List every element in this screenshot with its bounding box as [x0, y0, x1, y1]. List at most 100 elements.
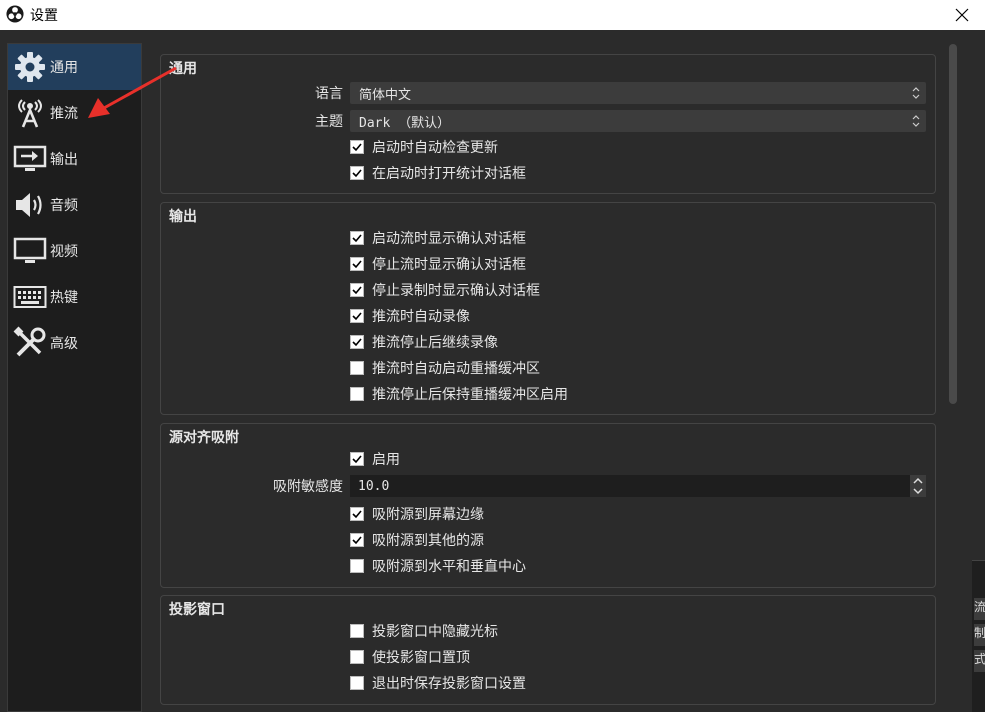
close-button[interactable]	[939, 0, 985, 30]
checkmark-icon	[352, 234, 362, 243]
check-label: 启用	[372, 452, 400, 468]
sidebar-item-stream[interactable]: 推流	[8, 90, 141, 136]
check-open-stats[interactable]: 在启动时打开统计对话框	[350, 161, 526, 185]
checkbox-unchecked[interactable]	[350, 676, 364, 690]
sidebar-item-label: 热键	[50, 290, 78, 306]
checkbox-checked[interactable]	[350, 507, 364, 521]
check-auto-update[interactable]: 启动时自动检查更新	[350, 135, 498, 159]
background-button-label: 制	[974, 626, 985, 640]
check-label: 推流时自动启动重播缓冲区	[372, 361, 540, 377]
obs-logo-icon	[6, 5, 24, 23]
check-snap-other-sources[interactable]: 吸附源到其他的源	[350, 528, 484, 552]
background-button[interactable]: 式	[974, 650, 985, 672]
checkbox-checked[interactable]	[350, 309, 364, 323]
group-title: 通用	[169, 61, 197, 77]
check-snapping-enable[interactable]: 启用	[350, 447, 400, 471]
scrollbar-thumb[interactable]	[949, 44, 957, 404]
check-start-stream-confirm[interactable]: 启动流时显示确认对话框	[350, 226, 526, 250]
check-label: 投影窗口中隐藏光标	[372, 624, 498, 640]
check-label: 推流停止后保持重播缓冲区启用	[372, 387, 568, 403]
sidebar-item-advanced[interactable]: 高级	[8, 320, 141, 366]
checkbox-checked[interactable]	[350, 140, 364, 154]
check-snap-screen-edges[interactable]: 吸附源到屏幕边缘	[350, 502, 484, 526]
checkmark-icon	[352, 510, 362, 519]
content-scrollbar[interactable]	[946, 44, 960, 712]
settings-content: 通用 语言 简体中文 主题 Dark （默认） 启动时自动检查更新 在启动时打开…	[160, 54, 938, 712]
check-label: 启动时自动检查更新	[372, 140, 498, 156]
projectors-group: 投影窗口 投影窗口中隐藏光标 使投影窗口置顶 退出时保存投影窗口设置	[160, 595, 936, 705]
checkmark-icon	[352, 260, 362, 269]
snapping-group: 源对齐吸附 启用 吸附敏感度 10.0 吸附源到屏幕边缘 吸附源到其他的源 吸附…	[160, 423, 936, 588]
sidebar-item-label: 通用	[50, 60, 78, 76]
check-keep-replay-buffer[interactable]: 推流停止后保持重播缓冲区启用	[350, 382, 568, 406]
gear-icon	[12, 49, 48, 85]
monitor-icon	[12, 233, 48, 269]
theme-value: Dark （默认）	[359, 115, 451, 131]
check-keep-recording[interactable]: 推流停止后继续录像	[350, 330, 498, 354]
sensitivity-value: 10.0	[358, 478, 390, 494]
check-hide-cursor[interactable]: 投影窗口中隐藏光标	[350, 619, 498, 643]
language-select[interactable]: 简体中文	[350, 82, 926, 104]
sidebar-item-output[interactable]: 输出	[8, 136, 141, 182]
language-label: 语言	[315, 86, 343, 102]
check-label: 吸附源到其他的源	[372, 533, 484, 549]
check-label: 推流时自动录像	[372, 309, 470, 325]
sidebar-item-audio[interactable]: 音频	[8, 182, 141, 228]
checkbox-checked[interactable]	[350, 533, 364, 547]
check-label: 停止录制时显示确认对话框	[372, 283, 540, 299]
checkbox-checked[interactable]	[350, 166, 364, 180]
background-button[interactable]: 流	[974, 598, 985, 620]
sidebar-item-label: 推流	[50, 106, 78, 122]
sidebar-item-label: 输出	[50, 152, 78, 168]
sidebar-item-label: 视频	[50, 244, 78, 260]
general-group: 通用 语言 简体中文 主题 Dark （默认） 启动时自动检查更新 在启动时打开…	[160, 54, 936, 194]
checkbox-unchecked[interactable]	[350, 650, 364, 664]
check-label: 使投影窗口置顶	[372, 650, 470, 666]
sidebar-item-video[interactable]: 视频	[8, 228, 141, 274]
output-group: 输出 启动流时显示确认对话框 停止流时显示确认对话框 停止录制时显示确认对话框 …	[160, 202, 936, 415]
check-auto-replay-buffer[interactable]: 推流时自动启动重播缓冲区	[350, 356, 540, 380]
keyboard-icon	[12, 279, 48, 315]
tools-icon	[12, 325, 48, 361]
theme-select[interactable]: Dark （默认）	[350, 110, 926, 132]
check-label: 停止流时显示确认对话框	[372, 257, 526, 273]
sidebar-item-general[interactable]: 通用	[8, 44, 141, 90]
sidebar-item-hotkeys[interactable]: 热键	[8, 274, 141, 320]
theme-label: 主题	[315, 114, 343, 130]
check-save-projectors[interactable]: 退出时保存投影窗口设置	[350, 671, 526, 695]
sensitivity-spinbox[interactable]: 10.0	[350, 475, 926, 497]
checkbox-checked[interactable]	[350, 283, 364, 297]
background-button-label: 流	[974, 600, 985, 614]
check-auto-record[interactable]: 推流时自动录像	[350, 304, 470, 328]
check-stop-stream-confirm[interactable]: 停止流时显示确认对话框	[350, 252, 526, 276]
group-title: 投影窗口	[169, 602, 225, 618]
updown-chevron-icon	[913, 477, 923, 495]
checkbox-checked[interactable]	[350, 257, 364, 271]
window-title: 设置	[30, 8, 58, 24]
checkbox-unchecked[interactable]	[350, 361, 364, 375]
updown-arrows-icon	[912, 115, 920, 127]
language-value: 简体中文	[359, 87, 412, 103]
group-title: 源对齐吸附	[169, 430, 239, 446]
checkbox-checked[interactable]	[350, 452, 364, 466]
updown-arrows-icon	[912, 87, 920, 99]
checkmark-icon	[352, 169, 362, 178]
check-label: 吸附源到屏幕边缘	[372, 507, 484, 523]
speaker-icon	[12, 187, 48, 223]
background-button[interactable]: 制	[974, 624, 985, 646]
settings-sidebar: 通用 推流 输出 音频 视频 热键 高级	[7, 43, 142, 712]
check-stop-record-confirm[interactable]: 停止录制时显示确认对话框	[350, 278, 540, 302]
checkbox-unchecked[interactable]	[350, 624, 364, 638]
check-label: 吸附源到水平和垂直中心	[372, 559, 526, 575]
checkbox-checked[interactable]	[350, 335, 364, 349]
spin-buttons[interactable]	[910, 475, 926, 497]
checkmark-icon	[352, 312, 362, 321]
title-bar: 设置	[0, 0, 985, 30]
check-snap-center[interactable]: 吸附源到水平和垂直中心	[350, 554, 526, 578]
checkbox-unchecked[interactable]	[350, 559, 364, 573]
sensitivity-label: 吸附敏感度	[273, 479, 343, 495]
check-always-on-top[interactable]: 使投影窗口置顶	[350, 645, 470, 669]
sidebar-item-label: 音频	[50, 198, 78, 214]
checkbox-checked[interactable]	[350, 231, 364, 245]
checkbox-unchecked[interactable]	[350, 387, 364, 401]
